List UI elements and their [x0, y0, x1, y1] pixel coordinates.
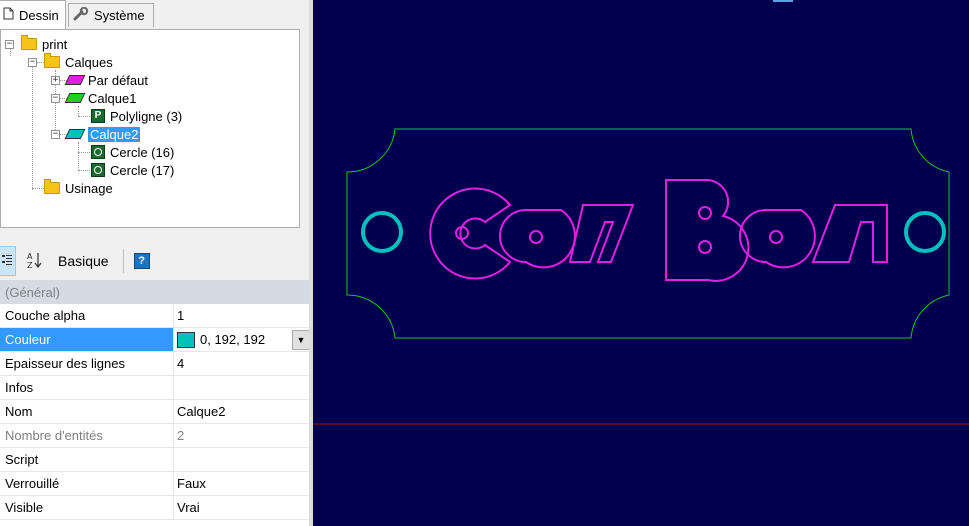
property-row-name[interactable]: Nom Calque2	[0, 400, 313, 424]
toolbar-separator	[122, 249, 124, 273]
layer-icon	[64, 129, 86, 139]
property-row-script[interactable]: Script	[0, 448, 313, 472]
property-row-visible[interactable]: Visible Vrai	[0, 496, 313, 520]
tree-node-label: Cercle (17)	[110, 162, 175, 178]
categorized-button[interactable]	[0, 246, 16, 276]
layer-icon	[64, 75, 86, 85]
property-value[interactable]: 4	[174, 352, 313, 375]
property-row-locked[interactable]: Verrouillé Faux	[0, 472, 313, 496]
tree-node-label: Calque2	[88, 126, 141, 142]
property-value[interactable]	[174, 448, 313, 471]
help-icon[interactable]: ?	[133, 253, 150, 269]
tree-node-layer-calque2[interactable]: Calque2	[64, 125, 141, 143]
property-name: Visible	[0, 496, 174, 519]
svg-text:Z: Z	[27, 261, 33, 269]
tree-node-label: Polyligne (3)	[110, 108, 183, 124]
tree-node-layer-default[interactable]: Par défaut	[64, 71, 148, 89]
tab-systeme[interactable]: Système	[68, 3, 154, 27]
property-row-color[interactable]: Couleur 0, 192, 192 ▼	[0, 328, 313, 352]
property-value: 2	[177, 428, 185, 443]
tab-dessin-label: Dessin	[19, 7, 59, 23]
color-value[interactable]: 0, 192, 192 ▼	[174, 328, 313, 351]
tab-systeme-label: Système	[94, 8, 145, 23]
property-category[interactable]: (Général)	[0, 280, 313, 304]
collapse-toggle[interactable]: −	[51, 94, 60, 103]
expand-toggle[interactable]: +	[51, 76, 60, 85]
tree-line	[78, 106, 79, 116]
color-swatch	[177, 331, 195, 348]
tree-line	[32, 66, 33, 190]
tree-node-layer-calque1[interactable]: Calque1	[64, 89, 137, 107]
property-grid: (Général) Couche alpha 1 Couleur 0, 192,…	[0, 280, 313, 526]
property-name: Script	[0, 448, 174, 471]
tree-node-label: Cercle (16)	[110, 144, 175, 160]
tree-node-usinage[interactable]: Usinage	[44, 179, 113, 197]
page-icon	[3, 7, 14, 23]
drawing-tree[interactable]: − print − Calques + Par défaut − Calque1…	[0, 29, 300, 228]
property-name: Nom	[0, 400, 174, 423]
basique-button[interactable]: Basique	[50, 246, 117, 276]
property-name: Epaisseur des lignes	[0, 352, 174, 375]
tree-line	[32, 188, 44, 189]
collapse-toggle[interactable]: −	[5, 40, 14, 49]
sort-alphabetical-button[interactable]: AZ	[20, 246, 50, 276]
drawing-canvas[interactable]	[313, 0, 969, 526]
folder-icon	[44, 179, 60, 194]
tab-bar: Dessin Système	[0, 0, 313, 30]
tree-line	[78, 116, 90, 117]
tree-node-polyline[interactable]: P Polyligne (3)	[91, 107, 182, 125]
tree-line	[78, 152, 90, 153]
tree-node-calques[interactable]: Calques	[44, 53, 113, 71]
drawing-svg	[313, 128, 969, 425]
sort-az-icon: AZ	[26, 251, 44, 272]
tree-node-root[interactable]: print	[21, 35, 67, 53]
circle-icon	[91, 163, 105, 177]
wrench-icon	[73, 6, 89, 24]
svg-text:A: A	[27, 252, 33, 261]
categorized-icon	[1, 253, 13, 270]
property-row-entity-count: Nombre d'entités 2	[0, 424, 313, 448]
tree-node-label: print	[42, 36, 68, 52]
dropdown-button[interactable]: ▼	[292, 329, 310, 350]
tree-node-circle[interactable]: Cercle (17)	[91, 161, 174, 179]
tab-dessin[interactable]: Dessin	[0, 0, 66, 29]
property-name: Verrouillé	[0, 472, 174, 495]
tree-node-label: Calque1	[88, 90, 137, 106]
logo-outline[interactable]	[429, 179, 888, 282]
property-name: Couche alpha	[0, 304, 174, 327]
plate-outline[interactable]	[346, 128, 950, 339]
left-panel: Dessin Système − print − Calques + Par d…	[0, 0, 313, 526]
property-row-alpha[interactable]: Couche alpha 1	[0, 304, 313, 328]
property-value[interactable]	[174, 376, 313, 399]
property-toolbar: AZ Basique ?	[0, 242, 313, 280]
polyline-icon: P	[91, 109, 105, 123]
property-row-line-width[interactable]: Epaisseur des lignes 4	[0, 352, 313, 376]
property-value[interactable]: Vrai	[174, 496, 313, 519]
property-value[interactable]: Calque2	[174, 400, 313, 423]
tree-node-label: Calques	[65, 54, 113, 70]
collapse-toggle[interactable]: −	[28, 58, 37, 67]
tree-line	[78, 142, 79, 170]
tree-node-circle[interactable]: Cercle (16)	[91, 143, 174, 161]
tree-line	[78, 170, 90, 171]
property-name: Couleur	[0, 328, 174, 351]
circle-icon	[91, 145, 105, 159]
mounting-hole-left[interactable]	[361, 211, 403, 253]
property-value[interactable]: 1	[174, 304, 313, 327]
property-name: Nombre d'entités	[0, 424, 174, 447]
tree-line	[10, 48, 11, 56]
property-name: Infos	[0, 376, 174, 399]
tree-node-label: Par défaut	[88, 72, 148, 88]
property-value: 0, 192, 192	[200, 332, 266, 347]
layer-icon	[64, 93, 86, 103]
chevron-down-icon: ▼	[296, 334, 306, 345]
property-row-infos[interactable]: Infos	[0, 376, 313, 400]
folder-icon	[44, 53, 60, 68]
property-value[interactable]: Faux	[174, 472, 313, 495]
tree-node-label: Usinage	[65, 180, 113, 196]
mounting-hole-right[interactable]	[904, 211, 946, 253]
collapse-toggle[interactable]: −	[51, 130, 60, 139]
folder-icon	[21, 35, 37, 50]
